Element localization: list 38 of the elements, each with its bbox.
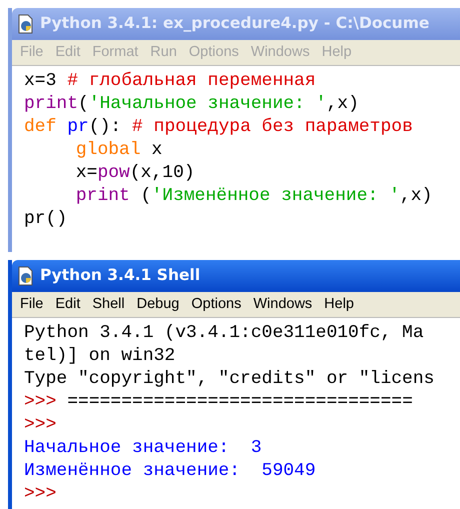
window-title: Python 3.4.1: ex_procedure4.py - C:\Docume: [40, 13, 430, 34]
code-text: ================================: [67, 391, 413, 414]
builtin-text: print: [76, 185, 130, 208]
shell-prompt: >>>: [24, 483, 56, 506]
comment-text: # процедура без параметров: [132, 116, 413, 139]
keyword-text: global: [76, 139, 141, 162]
shell-prompt: >>>: [24, 414, 56, 438]
code-text: pr(): [24, 208, 68, 231]
code-text: (x,10): [130, 162, 195, 185]
menu-item[interactable]: Help: [324, 294, 354, 316]
output-text: Начальное значение: 3: [24, 437, 262, 460]
code-text: x=3: [24, 70, 58, 93]
menu-item[interactable]: Edit: [55, 294, 80, 316]
window-title: Python 3.4.1 Shell: [40, 265, 200, 286]
menu-item[interactable]: Windows: [253, 294, 312, 316]
keyword-text: def: [24, 116, 58, 139]
comment-text: # глобальная переменная: [67, 70, 316, 93]
code-text: ():: [88, 116, 122, 139]
code-text: tel)] on win32: [24, 345, 176, 368]
menu-item[interactable]: File: [20, 294, 44, 316]
code-text: ,x): [400, 185, 432, 208]
code-text: Type "copyright", "credits" or "licens: [24, 368, 434, 392]
string-literal: 'Начальное значение: ': [88, 93, 326, 116]
output-text: Изменённое значение: 59049: [24, 460, 316, 484]
builtin-text: pow: [97, 162, 130, 185]
menu-item[interactable]: Debug: [136, 294, 180, 316]
code-text: Python 3.4.1 (v3.4.1:c0e311e010fc, Ma: [24, 322, 424, 346]
code-text: x=: [76, 162, 98, 185]
menu-item[interactable]: Shell: [92, 294, 125, 316]
code-text: (: [78, 93, 89, 116]
builtin-text: print: [24, 93, 78, 116]
code-text: ,x): [326, 93, 359, 116]
function-name: pr: [67, 116, 89, 139]
string-literal: 'Изменённое значение: ': [151, 185, 400, 208]
shell-prompt: >>>: [24, 391, 58, 414]
menu-item[interactable]: Options: [191, 294, 242, 316]
code-text: (: [140, 185, 152, 208]
code-text: x: [150, 139, 162, 162]
